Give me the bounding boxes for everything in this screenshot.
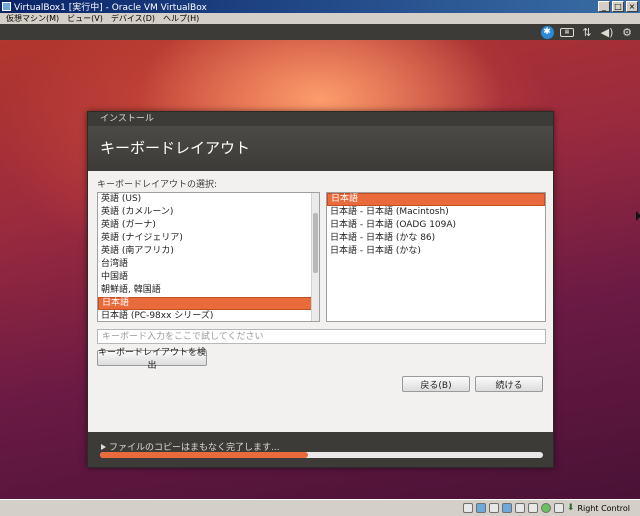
variant-list[interactable]: 日本語 日本語 - 日本語 (Macintosh) 日本語 - 日本語 (OAD…	[326, 192, 546, 322]
host-key-arrow-icon: ⬇	[566, 503, 575, 513]
progress-area: ファイルのコピーはまもなく完了します...	[88, 432, 553, 467]
layout-item[interactable]: 日本語 (PC-98xx シリーズ)	[98, 310, 319, 321]
layout-item[interactable]: 英語 (US)	[98, 193, 319, 206]
ubuntu-top-panel: ✱ ▦ ⇅ ◀) ⚙	[0, 24, 640, 40]
mouse-cursor-icon	[636, 211, 640, 221]
back-button[interactable]: 戻る(B)	[402, 376, 470, 392]
menu-view[interactable]: ビュー(V)	[67, 13, 103, 24]
volume-icon[interactable]: ◀)	[600, 26, 614, 39]
expander-triangle-icon	[101, 443, 106, 450]
host-menubar: 仮想マシン(M) ビュー(V) デバイス(D) ヘルプ(H)	[0, 13, 640, 24]
keyboard-test-input[interactable]	[97, 329, 546, 344]
variant-item[interactable]: 日本語 - 日本語 (かな)	[327, 245, 545, 258]
layout-select-label: キーボードレイアウトの選択:	[97, 180, 218, 190]
progress-bar	[100, 452, 543, 458]
variant-item-selected[interactable]: 日本語	[327, 193, 545, 206]
guest-screen: ✱ ▦ ⇅ ◀) ⚙ インストール キーボードレイアウト キーボードレイアウトの…	[0, 24, 640, 499]
close-button[interactable]: ×	[626, 1, 638, 12]
display-icon[interactable]	[527, 503, 538, 513]
mouse-integration-icon[interactable]	[553, 503, 564, 513]
layout-list-scrollbar[interactable]	[311, 193, 319, 321]
variant-item[interactable]: 日本語 - 日本語 (Macintosh)	[327, 206, 545, 219]
usb-icon[interactable]	[488, 503, 499, 513]
progress-bar-fill	[100, 452, 309, 458]
host-statusbar: ⬇ Right Control	[0, 499, 640, 516]
host-window-title: VirtualBox1 [実行中] - Oracle VM VirtualBox	[14, 3, 207, 13]
menu-devices[interactable]: デバイス(D)	[111, 13, 155, 24]
layout-item[interactable]: 朝鮮語, 韓国語	[98, 284, 319, 297]
layout-item[interactable]: 英語 (南アフリカ)	[98, 245, 319, 258]
virtualbox-icon	[2, 2, 11, 11]
menu-help[interactable]: ヘルプ(H)	[163, 13, 199, 24]
menu-machine[interactable]: 仮想マシン(M)	[6, 13, 59, 24]
layout-item[interactable]: 英語 (カメルーン)	[98, 206, 319, 219]
layout-item[interactable]: 英語 (ガーナ)	[98, 219, 319, 232]
variant-item[interactable]: 日本語 - 日本語 (かな 86)	[327, 232, 545, 245]
installer-titlebar: インストール	[88, 112, 553, 126]
network-adapter-icon[interactable]	[501, 503, 512, 513]
layout-item[interactable]: 英語 (ナイジェリア)	[98, 232, 319, 245]
shared-folder-icon[interactable]	[514, 503, 525, 513]
host-titlebar: VirtualBox1 [実行中] - Oracle VM VirtualBox…	[0, 0, 640, 13]
keyboard-icon[interactable]: ▦	[560, 26, 574, 38]
scrollbar-thumb[interactable]	[313, 213, 318, 273]
host-key-label: Right Control	[577, 503, 630, 513]
maximize-button[interactable]: □	[612, 1, 624, 12]
minimize-button[interactable]: _	[598, 1, 610, 12]
layout-item[interactable]: 台湾語	[98, 258, 319, 271]
installer-dialog: インストール キーボードレイアウト キーボードレイアウトの選択: 英語 (US)…	[87, 111, 554, 468]
window-controls: _ □ ×	[598, 1, 638, 12]
virtualization-icon	[540, 503, 551, 513]
network-icon[interactable]: ⇅	[580, 26, 594, 39]
page-title: キーボードレイアウト	[88, 126, 553, 171]
accessibility-icon[interactable]: ✱	[540, 25, 554, 39]
detect-layout-button[interactable]: キーボードレイアウトを検出	[97, 348, 207, 371]
layout-item[interactable]: 中国語	[98, 271, 319, 284]
variant-item[interactable]: 日本語 - 日本語 (OADG 109A)	[327, 219, 545, 232]
layout-item-selected[interactable]: 日本語	[98, 297, 319, 310]
settings-gear-icon[interactable]: ⚙	[620, 26, 634, 39]
continue-button[interactable]: 続ける	[475, 376, 543, 392]
hdd-icon[interactable]	[462, 503, 473, 513]
layout-list[interactable]: 英語 (US) 英語 (カメルーン) 英語 (ガーナ) 英語 (ナイジェリア) …	[97, 192, 320, 322]
optical-drive-icon[interactable]	[475, 503, 486, 513]
